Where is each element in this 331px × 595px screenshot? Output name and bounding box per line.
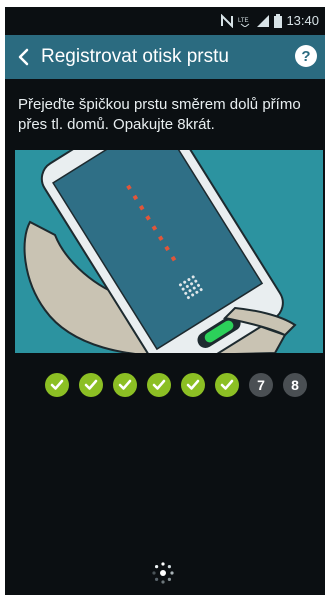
signal-icon <box>257 14 270 27</box>
check-icon <box>50 379 64 390</box>
step-pending-8: 8 <box>283 373 307 397</box>
status-icons: LTE 13:40 <box>220 13 319 28</box>
loading-spinner <box>151 561 175 585</box>
step-done-3 <box>113 373 137 397</box>
step-done-4 <box>147 373 171 397</box>
app-bar: Registrovat otisk prstu ? <box>5 35 325 79</box>
step-number: 8 <box>291 377 299 393</box>
help-button[interactable]: ? <box>295 45 317 67</box>
step-done-6 <box>215 373 239 397</box>
check-icon <box>152 379 166 390</box>
check-icon <box>186 379 200 390</box>
status-bar: LTE 13:40 <box>5 7 325 35</box>
lte-label: LTE <box>238 18 249 24</box>
instruction-text: Přejeďte špičkou prstu směrem dolů přímo… <box>18 96 301 133</box>
chevron-left-icon <box>18 48 29 66</box>
swipe-progress: 7 8 <box>45 373 307 397</box>
hand-phone-illustration <box>23 150 297 353</box>
step-done-2 <box>79 373 103 397</box>
step-done-5 <box>181 373 205 397</box>
check-icon <box>84 379 98 390</box>
clock: 13:40 <box>286 13 319 28</box>
check-icon <box>118 379 132 390</box>
step-done-1 <box>45 373 69 397</box>
screen: LTE 13:40 Registrovat otisk prstu ? Přej… <box>5 7 325 595</box>
battery-icon <box>274 13 283 28</box>
check-icon <box>220 379 234 390</box>
spinner-icon <box>152 562 174 584</box>
nfc-icon <box>221 13 234 28</box>
fingerprint-swipe-illustration <box>15 150 323 353</box>
lte-icon: LTE <box>238 18 250 27</box>
step-pending-7: 7 <box>249 373 273 397</box>
help-icon: ? <box>301 47 311 65</box>
back-button[interactable] <box>5 35 41 79</box>
page-title: Registrovat otisk prstu <box>41 46 229 67</box>
step-number: 7 <box>257 377 265 393</box>
